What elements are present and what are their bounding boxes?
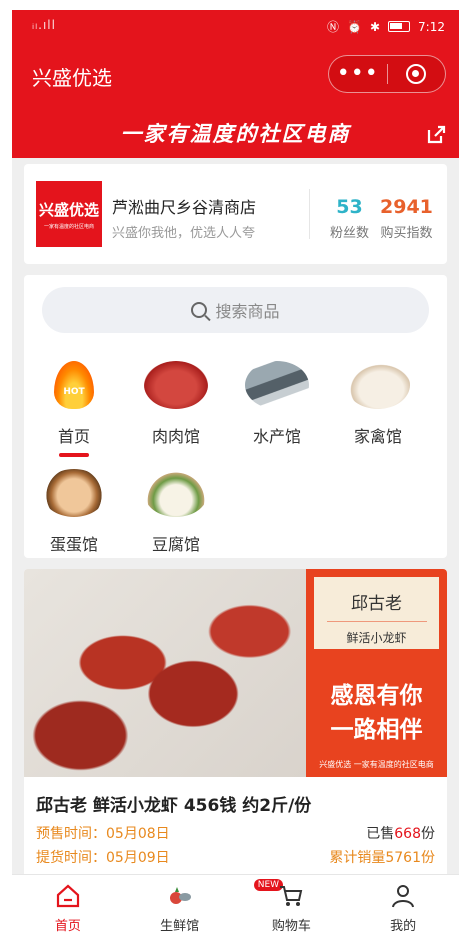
promo-panel: 邱古老 鲜活小龙虾 感恩有你 一路相伴 兴盛优选 一家有温度的社区电商 xyxy=(306,569,447,777)
mini-program-app: ᵢₗ.ıll Ⓝ ⏰ ✱ 7:12 兴盛优选 ••• 一家有温度的社区电商 兴盛 xyxy=(12,10,459,936)
total-sales: 累计销量5761份 xyxy=(329,850,435,866)
pickup-time: 提货时间：05月09日 xyxy=(36,850,170,866)
fans-label: 粉丝数 xyxy=(330,226,370,241)
store-logo: 兴盛优选 一家有温度的社区电商 xyxy=(36,181,102,247)
nav-cart[interactable]: 购物车 xyxy=(236,875,348,936)
buy-index-stat: 2941 购买指数 xyxy=(380,196,433,241)
nav-profile[interactable]: 我的 xyxy=(347,875,459,936)
fans-count: 53 xyxy=(336,196,363,218)
meat-icon xyxy=(144,361,208,409)
banner-brand: 邱古老 xyxy=(351,594,402,614)
signal-indicator: ᵢₗ.ıll xyxy=(32,18,56,32)
fans-stat: 53 粉丝数 xyxy=(330,196,369,241)
share-icon[interactable] xyxy=(425,124,447,146)
buy-index-label: 购买指数 xyxy=(380,226,433,241)
clock: 7:12 xyxy=(418,19,445,34)
search-placeholder: 搜索商品 xyxy=(215,302,280,321)
cart-icon xyxy=(280,886,303,906)
buy-index-count: 2941 xyxy=(380,196,433,218)
store-name: 芦淞曲尺乡谷清商店 xyxy=(112,198,257,217)
nav-fresh[interactable]: NEW 生鲜馆 xyxy=(124,875,284,936)
home-icon xyxy=(56,884,79,908)
alarm-icon: ⏰ xyxy=(347,19,362,34)
nfc-icon: Ⓝ xyxy=(327,20,340,34)
category-seafood[interactable]: 水产馆 xyxy=(232,361,322,447)
product-banner[interactable]: 邱古老 鲜活小龙虾 感恩有你 一路相伴 兴盛优选 一家有温度的社区电商 xyxy=(24,569,447,777)
banner-footer: 兴盛优选 一家有温度的社区电商 xyxy=(319,760,434,769)
close-miniprogram-button[interactable] xyxy=(387,64,445,84)
store-card[interactable]: 兴盛优选 一家有温度的社区电商 芦淞曲尺乡谷清商店 兴盛你我他，优选人人夸 53… xyxy=(24,164,447,264)
app-title: 兴盛优选 xyxy=(32,66,112,90)
crayfish-photo xyxy=(24,569,306,777)
capsule-menu[interactable]: ••• xyxy=(328,55,446,93)
fresh-produce-icon xyxy=(169,887,191,904)
search-icon xyxy=(191,302,208,318)
eggs-icon xyxy=(42,469,106,517)
category-card: 搜索商品 HOT 首页 肉肉馆 水产馆 家禽馆 蛋蛋馆 豆腐馆 xyxy=(24,275,447,558)
tofu-icon xyxy=(144,469,208,517)
poultry-icon xyxy=(346,361,410,409)
bluetooth-icon: ✱ xyxy=(369,19,381,34)
fish-icon xyxy=(245,361,309,409)
more-menu-button[interactable]: ••• xyxy=(329,57,387,91)
category-eggs[interactable]: 蛋蛋馆 xyxy=(29,469,119,555)
product-card[interactable]: 邱古老 鲜活小龙虾 感恩有你 一路相伴 兴盛优选 一家有温度的社区电商 邱古老 … xyxy=(24,569,447,889)
product-title: 邱古老 鲜活小龙虾 456钱 约2斤/份 xyxy=(36,796,312,816)
store-tagline: 兴盛你我他，优选人人夸 xyxy=(112,226,256,241)
divider xyxy=(309,189,310,239)
profile-icon xyxy=(392,885,415,908)
banner-slogan: 感恩有你 一路相伴 xyxy=(330,683,423,743)
category-home[interactable]: HOT 首页 xyxy=(29,361,119,457)
search-input[interactable]: 搜索商品 xyxy=(42,287,429,333)
slogan-banner: 一家有温度的社区电商 xyxy=(120,121,351,146)
hot-flame-icon: HOT xyxy=(54,361,94,409)
category-meat[interactable]: 肉肉馆 xyxy=(131,361,221,447)
bottom-nav: 首页 NEW 生鲜馆 购物车 我的 xyxy=(12,874,459,936)
presale-time: 预售时间：05月08日 xyxy=(36,826,170,842)
status-bar: ᵢₗ.ıll Ⓝ ⏰ ✱ 7:12 xyxy=(12,10,459,42)
sold-count: 已售668份 xyxy=(366,826,435,842)
category-tofu[interactable]: 豆腐馆 xyxy=(131,469,221,555)
target-icon xyxy=(406,64,427,84)
nav-home[interactable]: 首页 xyxy=(12,875,124,936)
battery-icon xyxy=(388,21,411,32)
banner-sub: 鲜活小龙虾 xyxy=(346,631,407,645)
category-poultry[interactable]: 家禽馆 xyxy=(333,361,423,447)
active-indicator xyxy=(59,453,89,457)
page: ᵢₗ.ıll Ⓝ ⏰ ✱ 7:12 兴盛优选 ••• 一家有温度的社区电商 兴盛 xyxy=(0,0,465,936)
header: ᵢₗ.ıll Ⓝ ⏰ ✱ 7:12 兴盛优选 ••• 一家有温度的社区电商 xyxy=(12,10,459,158)
